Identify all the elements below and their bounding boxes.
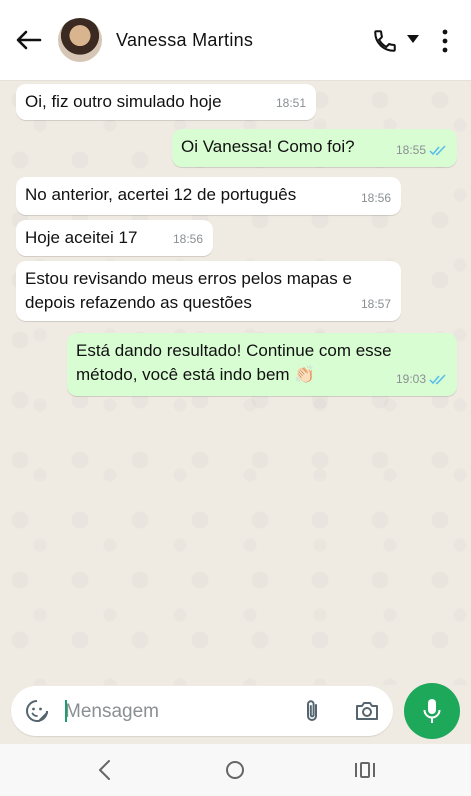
message-time: 19:03 — [396, 367, 447, 391]
message-time: 18:56 — [172, 232, 203, 246]
message-text: Está dando resultado! Continue com esse … — [76, 341, 392, 384]
nav-back-icon[interactable] — [97, 759, 113, 781]
back-arrow-icon[interactable] — [14, 28, 42, 52]
microphone-icon — [423, 699, 441, 723]
message-text: Estou revisando meus erros pelos mapas e… — [25, 269, 352, 312]
chat-area[interactable]: Oi, fiz outro simulado hoje 18:51 Oi Van… — [0, 80, 471, 685]
paperclip-icon[interactable] — [301, 698, 323, 724]
contact-name[interactable]: Vanessa Martins — [116, 30, 253, 51]
double-check-icon — [429, 144, 446, 155]
camera-icon[interactable] — [354, 699, 380, 723]
message-text: Hoje aceitei 17 — [25, 228, 138, 247]
phone-icon[interactable] — [372, 28, 398, 54]
message-bubble-incoming[interactable]: No anterior, acertei 12 de português 18:… — [16, 177, 401, 215]
message-bubble-incoming[interactable]: Hoje aceitei 17 18:56 — [16, 220, 213, 256]
message-composer — [11, 686, 393, 736]
more-vertical-icon[interactable] — [438, 28, 452, 54]
message-time: 18:56 — [360, 191, 391, 205]
nav-home-icon[interactable] — [225, 760, 245, 780]
sticker-smile-icon[interactable] — [25, 699, 49, 723]
message-bubble-incoming[interactable]: Oi, fiz outro simulado hoje 18:51 — [16, 84, 316, 120]
message-bubble-outgoing[interactable]: Oi Vanessa! Como foi? 18:55 — [172, 129, 457, 167]
message-time: 18:55 — [396, 138, 447, 162]
message-time: 18:57 — [360, 297, 391, 311]
message-bubble-outgoing[interactable]: Está dando resultado! Continue com esse … — [67, 333, 457, 396]
message-input[interactable] — [63, 696, 297, 728]
chat-header: Vanessa Martins — [0, 0, 471, 80]
microphone-button[interactable] — [404, 683, 460, 739]
message-time: 18:51 — [275, 96, 306, 110]
message-bubble-incoming[interactable]: Estou revisando meus erros pelos mapas e… — [16, 261, 401, 321]
message-text: Oi, fiz outro simulado hoje — [25, 92, 222, 111]
contact-avatar[interactable] — [58, 18, 102, 62]
message-text: Oi Vanessa! Como foi? — [181, 137, 355, 156]
message-text: No anterior, acertei 12 de português — [25, 185, 297, 204]
text-cursor — [65, 700, 67, 722]
caret-down-icon[interactable] — [406, 34, 420, 44]
nav-recent-apps-icon[interactable] — [354, 760, 376, 780]
double-check-icon — [429, 373, 446, 384]
system-navigation-bar — [0, 744, 471, 796]
